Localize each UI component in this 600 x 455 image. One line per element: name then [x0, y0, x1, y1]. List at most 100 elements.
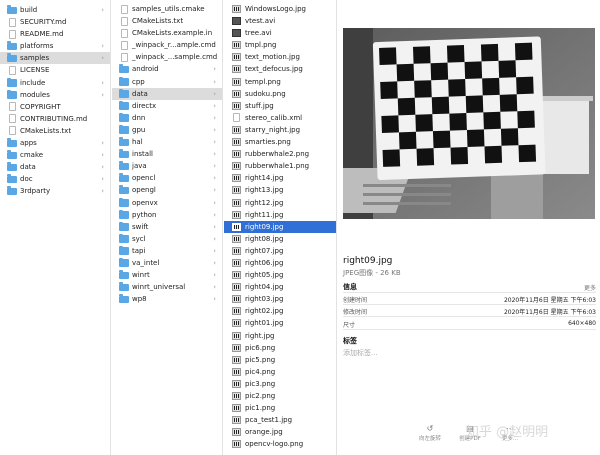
file-item[interactable]: right01.jpg	[224, 317, 336, 329]
file-item[interactable]: right.jpg	[224, 330, 336, 342]
file-item[interactable]: right12.jpg	[224, 197, 336, 209]
file-item[interactable]: CMakeLists.example.in	[112, 27, 222, 39]
folder-icon	[119, 233, 129, 243]
file-item[interactable]: right07.jpg	[224, 245, 336, 257]
tags-input[interactable]: 添加标签...	[343, 348, 378, 358]
item-label: right11.jpg	[245, 210, 284, 219]
file-item[interactable]: _winpack_r...ample.cmd	[112, 39, 222, 51]
folder-item[interactable]: opencl ›	[112, 172, 222, 184]
item-label: right.jpg	[245, 331, 275, 340]
file-item[interactable]: right02.jpg	[224, 305, 336, 317]
folder-item[interactable]: 3rdparty ›	[0, 185, 110, 197]
folder-icon	[7, 162, 17, 172]
folder-item[interactable]: winrt_universal ›	[112, 281, 222, 293]
video-file-icon	[232, 17, 241, 26]
file-item[interactable]: tree.avi	[224, 27, 336, 39]
info-divider	[343, 292, 596, 293]
file-item[interactable]: opencv-logo.png	[224, 438, 336, 450]
file-item[interactable]: pic2.png	[224, 390, 336, 402]
file-item[interactable]: text_motion.jpg	[224, 51, 336, 63]
file-item[interactable]: right08.jpg	[224, 233, 336, 245]
folder-item[interactable]: platforms ›	[0, 40, 110, 52]
file-item[interactable]: stereo_calib.xml	[224, 112, 336, 124]
folder-item[interactable]: tapi ›	[112, 245, 222, 257]
folder-item[interactable]: opengl ›	[112, 184, 222, 196]
file-item[interactable]: CMakeLists.txt	[112, 15, 222, 27]
file-item[interactable]: WindowsLogo.jpg	[224, 3, 336, 15]
file-item[interactable]: LICENSE	[0, 64, 110, 76]
file-item[interactable]: right03.jpg	[224, 293, 336, 305]
file-item[interactable]: pic5.png	[224, 354, 336, 366]
preview-file-name: right09.jpg	[343, 256, 393, 266]
file-item[interactable]: starry_night.jpg	[224, 124, 336, 136]
folder-item[interactable]: samples ›	[0, 52, 110, 65]
folder-item[interactable]: winrt ›	[112, 269, 222, 281]
file-item[interactable]: rubberwhale1.png	[224, 160, 336, 172]
file-item[interactable]: SECURITY.md	[0, 16, 110, 28]
file-item[interactable]: right14.jpg	[224, 172, 336, 184]
file-item[interactable]: orange.jpg	[224, 426, 336, 438]
image-file-icon	[232, 331, 241, 340]
file-item[interactable]: samples_utils.cmake	[112, 3, 222, 15]
chevron-right-icon: ›	[101, 78, 104, 87]
video-file-icon	[232, 29, 241, 38]
file-item[interactable]: right09.jpg	[224, 220, 336, 233]
folder-item[interactable]: openvx ›	[112, 197, 222, 209]
folder-item[interactable]: data ›	[0, 161, 110, 173]
folder-item[interactable]: build ›	[0, 4, 110, 16]
file-item[interactable]: CONTRIBUTING.md	[0, 113, 110, 125]
file-item[interactable]: COPYRIGHT	[0, 101, 110, 113]
file-item[interactable]: pic1.png	[224, 402, 336, 414]
document-icon	[121, 40, 128, 50]
item-label: modules	[20, 90, 50, 99]
folder-item[interactable]: directx ›	[112, 100, 222, 112]
file-item[interactable]: right04.jpg	[224, 281, 336, 293]
folder-item[interactable]: data ›	[112, 87, 222, 100]
file-item[interactable]: smarties.png	[224, 136, 336, 148]
folder-item[interactable]: modules ›	[0, 89, 110, 101]
file-item[interactable]: pca_test1.jpg	[224, 414, 336, 426]
file-item[interactable]: README.md	[0, 28, 110, 40]
chevron-right-icon: ›	[213, 271, 216, 280]
file-item[interactable]: right13.jpg	[224, 184, 336, 196]
folder-item[interactable]: python ›	[112, 209, 222, 221]
folder-item[interactable]: gpu ›	[112, 124, 222, 136]
image-file-icon	[232, 428, 241, 437]
file-item[interactable]: tmpl.png	[224, 39, 336, 51]
folder-item[interactable]: apps ›	[0, 137, 110, 149]
folder-item[interactable]: swift ›	[112, 221, 222, 233]
folder-item[interactable]: android ›	[112, 63, 222, 75]
folder-item[interactable]: doc ›	[0, 173, 110, 185]
folder-item[interactable]: include ›	[0, 77, 110, 89]
file-item[interactable]: right05.jpg	[224, 269, 336, 281]
folder-item[interactable]: install ›	[112, 148, 222, 160]
folder-item[interactable]: cmake ›	[0, 149, 110, 161]
chevron-right-icon: ›	[101, 90, 104, 99]
file-item[interactable]: sudoku.png	[224, 88, 336, 100]
document-icon	[9, 126, 16, 136]
file-item[interactable]: text_defocus.jpg	[224, 63, 336, 75]
folder-item[interactable]: va_intel ›	[112, 257, 222, 269]
file-item[interactable]: right06.jpg	[224, 257, 336, 269]
file-item[interactable]: rubberwhale2.png	[224, 148, 336, 160]
file-item[interactable]: CMakeLists.txt	[0, 125, 110, 137]
folder-item[interactable]: cpp ›	[112, 76, 222, 88]
folder-item[interactable]: wp8 ›	[112, 293, 222, 305]
folder-item[interactable]: java ›	[112, 160, 222, 172]
item-label: _winpack_...sample.cmd	[132, 53, 218, 62]
file-item[interactable]: pic3.png	[224, 378, 336, 390]
file-item[interactable]: templ.png	[224, 76, 336, 88]
rotate-left-button[interactable]: ↺ 向左旋转	[410, 424, 450, 442]
folder-icon	[7, 53, 17, 63]
file-item[interactable]: right11.jpg	[224, 209, 336, 221]
file-item[interactable]: vtest.avi	[224, 15, 336, 27]
folder-item[interactable]: dnn ›	[112, 112, 222, 124]
file-item[interactable]: pic4.png	[224, 366, 336, 378]
info-more-link[interactable]: 更多	[584, 283, 596, 292]
file-item[interactable]: pic6.png	[224, 342, 336, 354]
dimensions-value: 640×480	[568, 320, 596, 327]
folder-item[interactable]: hal ›	[112, 136, 222, 148]
folder-item[interactable]: sycl ›	[112, 233, 222, 245]
file-item[interactable]: stuff.jpg	[224, 100, 336, 112]
file-item[interactable]: _winpack_...sample.cmd	[112, 51, 222, 63]
